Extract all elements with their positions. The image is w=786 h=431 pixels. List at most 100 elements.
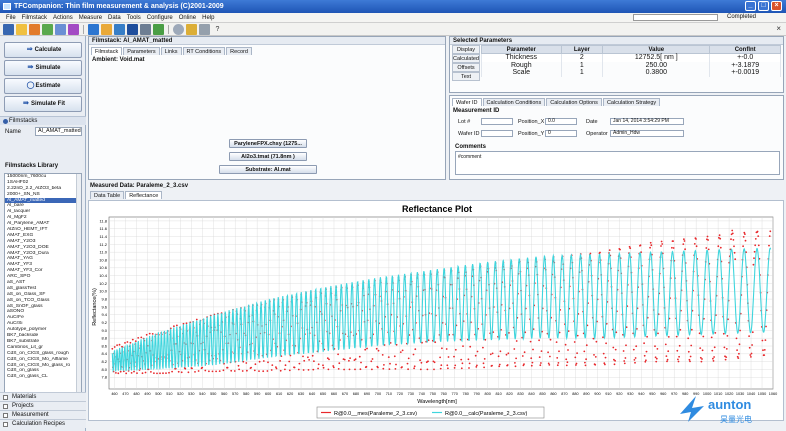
filmstacks-section-header[interactable]: Filmstacks (0, 116, 86, 125)
projects-box-icon (3, 404, 8, 409)
measured-point (688, 358, 691, 361)
layer-substrate-button[interactable]: Substrate: Al.mat (219, 165, 317, 174)
position-y-field[interactable]: 0 (545, 130, 577, 137)
measured-point (529, 340, 532, 343)
wafer-id-field[interactable] (481, 130, 513, 137)
menu-data[interactable]: Data (108, 15, 121, 21)
tab-reflectance[interactable]: Reflectance (125, 191, 163, 199)
reflectance-plot-svg: Reflectance Plot 460 470 480 490 500 510 520 53… (92, 204, 777, 419)
table-row[interactable]: Scale 1 0.3800 +-0.0019 (481, 69, 781, 77)
nav-materials[interactable]: Materials (0, 392, 86, 401)
measured-point (171, 370, 173, 373)
tab-filmstack[interactable]: Filmstack (91, 47, 123, 55)
close-button[interactable]: × (771, 1, 782, 11)
tab-calculation-conditions[interactable]: Calculation Conditions (482, 98, 546, 106)
menu-file[interactable]: File (6, 15, 16, 21)
maximize-button[interactable]: □ (758, 1, 769, 11)
measured-point (643, 342, 645, 345)
measured-point (467, 358, 470, 361)
tools-icon[interactable] (199, 23, 210, 35)
filmstacks-library-list[interactable]: 15000nm_7600cu 1SAHF02 2.22nD_2.2_AlZO3_be… (4, 173, 82, 416)
measured-point (639, 244, 642, 247)
minimize-button[interactable]: _ (745, 1, 756, 11)
calculated-button[interactable]: Calculated (452, 54, 480, 63)
measured-point (129, 341, 132, 344)
library-scrollbar[interactable] (76, 174, 81, 415)
parameters-table[interactable]: Parameter Layer Value Conflnt Thickness … (481, 45, 781, 77)
measured-point (177, 370, 180, 373)
tab-wafer-id[interactable]: Wafer ID (452, 98, 482, 106)
layer-parylene-button[interactable]: ParyleneFPX.chsy (1275... (229, 139, 307, 148)
estimate-button[interactable]: ◯Estimate (4, 78, 82, 94)
text-button[interactable]: Text (452, 72, 480, 81)
table-row[interactable]: Rough 1 250.00 +-3.1879 (481, 61, 781, 69)
menu-actions[interactable]: Actions (53, 15, 73, 21)
measure-icon[interactable] (88, 23, 99, 35)
measured-point (215, 370, 217, 373)
measured-point (185, 322, 188, 325)
comments-field[interactable]: #comment (455, 151, 780, 175)
measured-point (679, 328, 682, 331)
filmstack-name-field[interactable]: Al_AMAT_matted (35, 127, 82, 136)
chart-icon[interactable] (68, 23, 79, 35)
library-item[interactable]: CdS_on_glass_CL (5, 374, 81, 380)
layer-al2o3-button[interactable]: Al2o3.tmat (71.8nm ) (229, 152, 307, 161)
target-icon[interactable] (153, 23, 164, 35)
measured-point (556, 364, 559, 367)
measured-point (322, 364, 324, 367)
cell: 12752.5[ nm ] (602, 53, 711, 62)
measured-point (241, 370, 244, 372)
help-icon[interactable]: ? (212, 24, 223, 35)
selected-parameters-title: Selected Parameters (450, 37, 783, 45)
tab-rt-conditions[interactable]: RT Conditions (182, 47, 226, 55)
simulate-fit-button[interactable]: ⇛ Simulate Fit (4, 96, 82, 112)
measured-point (635, 345, 638, 348)
nav-calculation-recipes[interactable]: Calculation Recipes (0, 419, 86, 428)
save-icon[interactable] (3, 23, 14, 35)
measured-point (660, 240, 663, 243)
measured-point (131, 338, 134, 341)
measured-point (230, 369, 233, 372)
offsets-button[interactable]: Offsets (452, 63, 480, 72)
menu-help[interactable]: Help (202, 15, 214, 21)
open-icon[interactable] (16, 23, 27, 35)
settings-icon[interactable] (173, 23, 184, 35)
nav-measurement[interactable]: Measurement (0, 410, 86, 419)
tab-parameters[interactable]: Parameters (123, 47, 160, 55)
operator-field[interactable]: Admin_Hdw (610, 130, 684, 137)
lot-field[interactable] (481, 118, 513, 125)
menu-filmstack[interactable]: Filmstack (22, 15, 47, 21)
table-icon[interactable] (55, 23, 66, 35)
measured-point (197, 370, 200, 372)
menu-tools[interactable]: Tools (127, 15, 141, 21)
tab-record[interactable]: Record (226, 47, 252, 55)
menu-configure[interactable]: Configure (147, 15, 173, 21)
simulate-button[interactable]: ⇛ Simulate (4, 60, 82, 76)
position-x-field[interactable]: 0.0 (545, 118, 577, 125)
sample-icon[interactable] (101, 23, 112, 35)
wizard-icon[interactable] (186, 23, 197, 35)
grid-icon[interactable] (140, 23, 151, 35)
measured-point (462, 345, 464, 347)
calculate-button[interactable]: ⇒ Calculate (4, 42, 82, 58)
export-icon[interactable] (29, 23, 40, 35)
close-panel-icon[interactable]: × (776, 24, 781, 33)
measured-point (271, 364, 274, 366)
menu-online[interactable]: Online (179, 15, 196, 21)
date-field[interactable]: Jan 14, 2014 3:54:29 PM (610, 118, 684, 125)
reference-icon[interactable] (114, 23, 125, 35)
menu-measure[interactable]: Measure (79, 15, 102, 21)
measured-point (439, 356, 441, 359)
nav-projects[interactable]: Projects (0, 401, 86, 410)
display-button[interactable]: Display (452, 45, 480, 54)
measured-point (656, 348, 659, 350)
tab-calculation-options[interactable]: Calculation Options (546, 98, 602, 106)
tab-calculation-strategy[interactable]: Calculation Strategy (602, 98, 661, 106)
measured-point (768, 235, 771, 237)
database-icon[interactable] (127, 23, 138, 35)
tab-links[interactable]: Links (160, 47, 182, 55)
tab-data-table[interactable]: Data Table (90, 191, 125, 199)
table-row[interactable]: Thickness 2 12752.5[ nm ] +-0.0 (481, 53, 781, 62)
plot-icon[interactable] (42, 23, 53, 35)
y-tick-label: 8.6 (101, 343, 107, 348)
